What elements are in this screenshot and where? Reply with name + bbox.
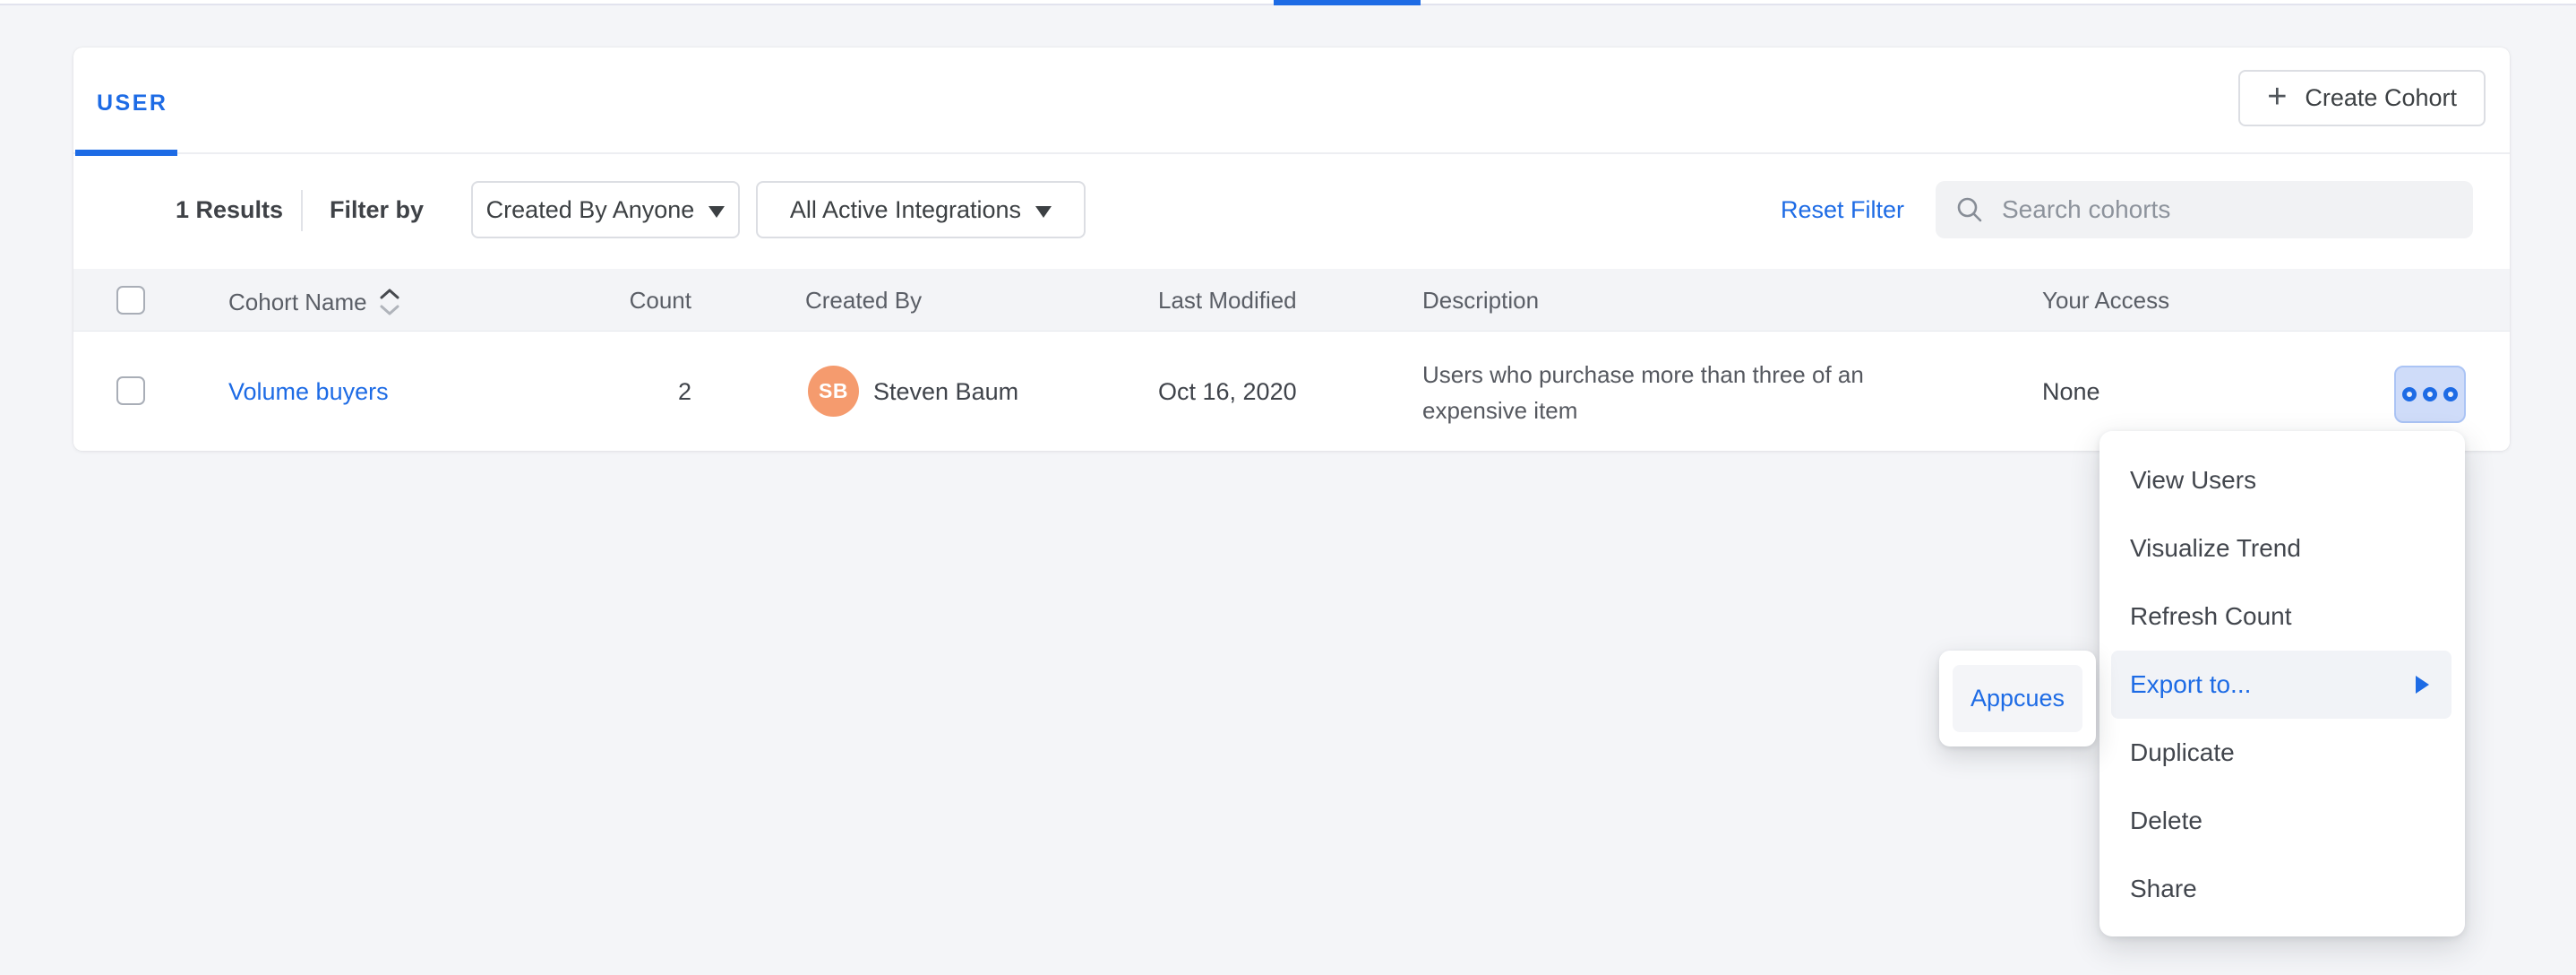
select-all-checkbox[interactable]: [116, 286, 145, 315]
top-tab-strip: [0, 0, 2576, 5]
description-value: Users who purchase more than three of an…: [1422, 357, 1924, 428]
chevron-down-icon: [708, 206, 725, 218]
header-count: Count: [539, 287, 691, 315]
created-by-dropdown-label: Created By Anyone: [486, 196, 695, 224]
create-cohort-label: Create Cohort: [2305, 84, 2457, 112]
menu-item-delete[interactable]: Delete: [2099, 787, 2465, 855]
create-cohort-button[interactable]: + Create Cohort: [2238, 70, 2486, 126]
avatar: SB: [808, 366, 859, 417]
export-submenu: Appcues: [1939, 651, 2096, 746]
created-by-value: Steven Baum: [873, 378, 1018, 406]
header-your-access: Your Access: [2042, 287, 2169, 315]
plus-icon: +: [2267, 80, 2287, 114]
ellipsis-icon: [2443, 387, 2458, 401]
cohort-name-link[interactable]: Volume buyers: [228, 378, 389, 406]
menu-item-view-users[interactable]: View Users: [2099, 446, 2465, 514]
last-modified-value: Oct 16, 2020: [1158, 378, 1297, 406]
search-box: [1936, 181, 2473, 238]
filter-divider: [301, 190, 303, 231]
submenu-item-appcues[interactable]: Appcues: [1953, 665, 2082, 732]
header-cohort-name[interactable]: Cohort Name: [228, 287, 401, 317]
row-actions-button[interactable]: [2394, 366, 2466, 423]
menu-item-export-to[interactable]: Export to...: [2111, 651, 2451, 719]
integrations-dropdown-label: All Active Integrations: [790, 196, 1021, 224]
cohort-type-tabs: USER + Create Cohort: [73, 47, 2510, 154]
cohort-count: 2: [539, 378, 691, 406]
header-created-by: Created By: [805, 287, 922, 315]
tab-user[interactable]: USER: [73, 47, 179, 154]
access-value: None: [2042, 378, 2100, 406]
search-icon: [1955, 195, 1984, 224]
menu-item-refresh-count[interactable]: Refresh Count: [2099, 582, 2465, 651]
tab-user-label: USER: [97, 91, 167, 116]
cohorts-card: USER + Create Cohort 1 Results Filter by…: [73, 47, 2510, 451]
table-header: Cohort Name Count Created By Last Modifi…: [73, 269, 2510, 332]
created-by-dropdown[interactable]: Created By Anyone: [471, 181, 740, 238]
chevron-down-icon: [1035, 206, 1052, 218]
sort-icon: [378, 287, 401, 317]
results-count: 1 Results: [176, 196, 283, 224]
active-tab-indicator: [1274, 0, 1421, 5]
row-actions-menu: View Users Visualize Trend Refresh Count…: [2099, 431, 2465, 936]
menu-item-share[interactable]: Share: [2099, 855, 2465, 923]
menu-item-visualize-trend[interactable]: Visualize Trend: [2099, 514, 2465, 582]
integrations-dropdown[interactable]: All Active Integrations: [756, 181, 1086, 238]
header-last-modified: Last Modified: [1158, 287, 1297, 315]
ellipsis-icon: [2423, 387, 2437, 401]
submenu-arrow-icon: [2416, 676, 2429, 694]
row-checkbox[interactable]: [116, 376, 145, 405]
tab-active-underline: [75, 150, 177, 156]
filter-by-label: Filter by: [330, 196, 424, 224]
reset-filter-link[interactable]: Reset Filter: [1781, 196, 1904, 224]
header-description: Description: [1422, 287, 1539, 315]
menu-item-duplicate[interactable]: Duplicate: [2099, 719, 2465, 787]
ellipsis-icon: [2402, 387, 2417, 401]
search-input[interactable]: [2002, 195, 2453, 224]
